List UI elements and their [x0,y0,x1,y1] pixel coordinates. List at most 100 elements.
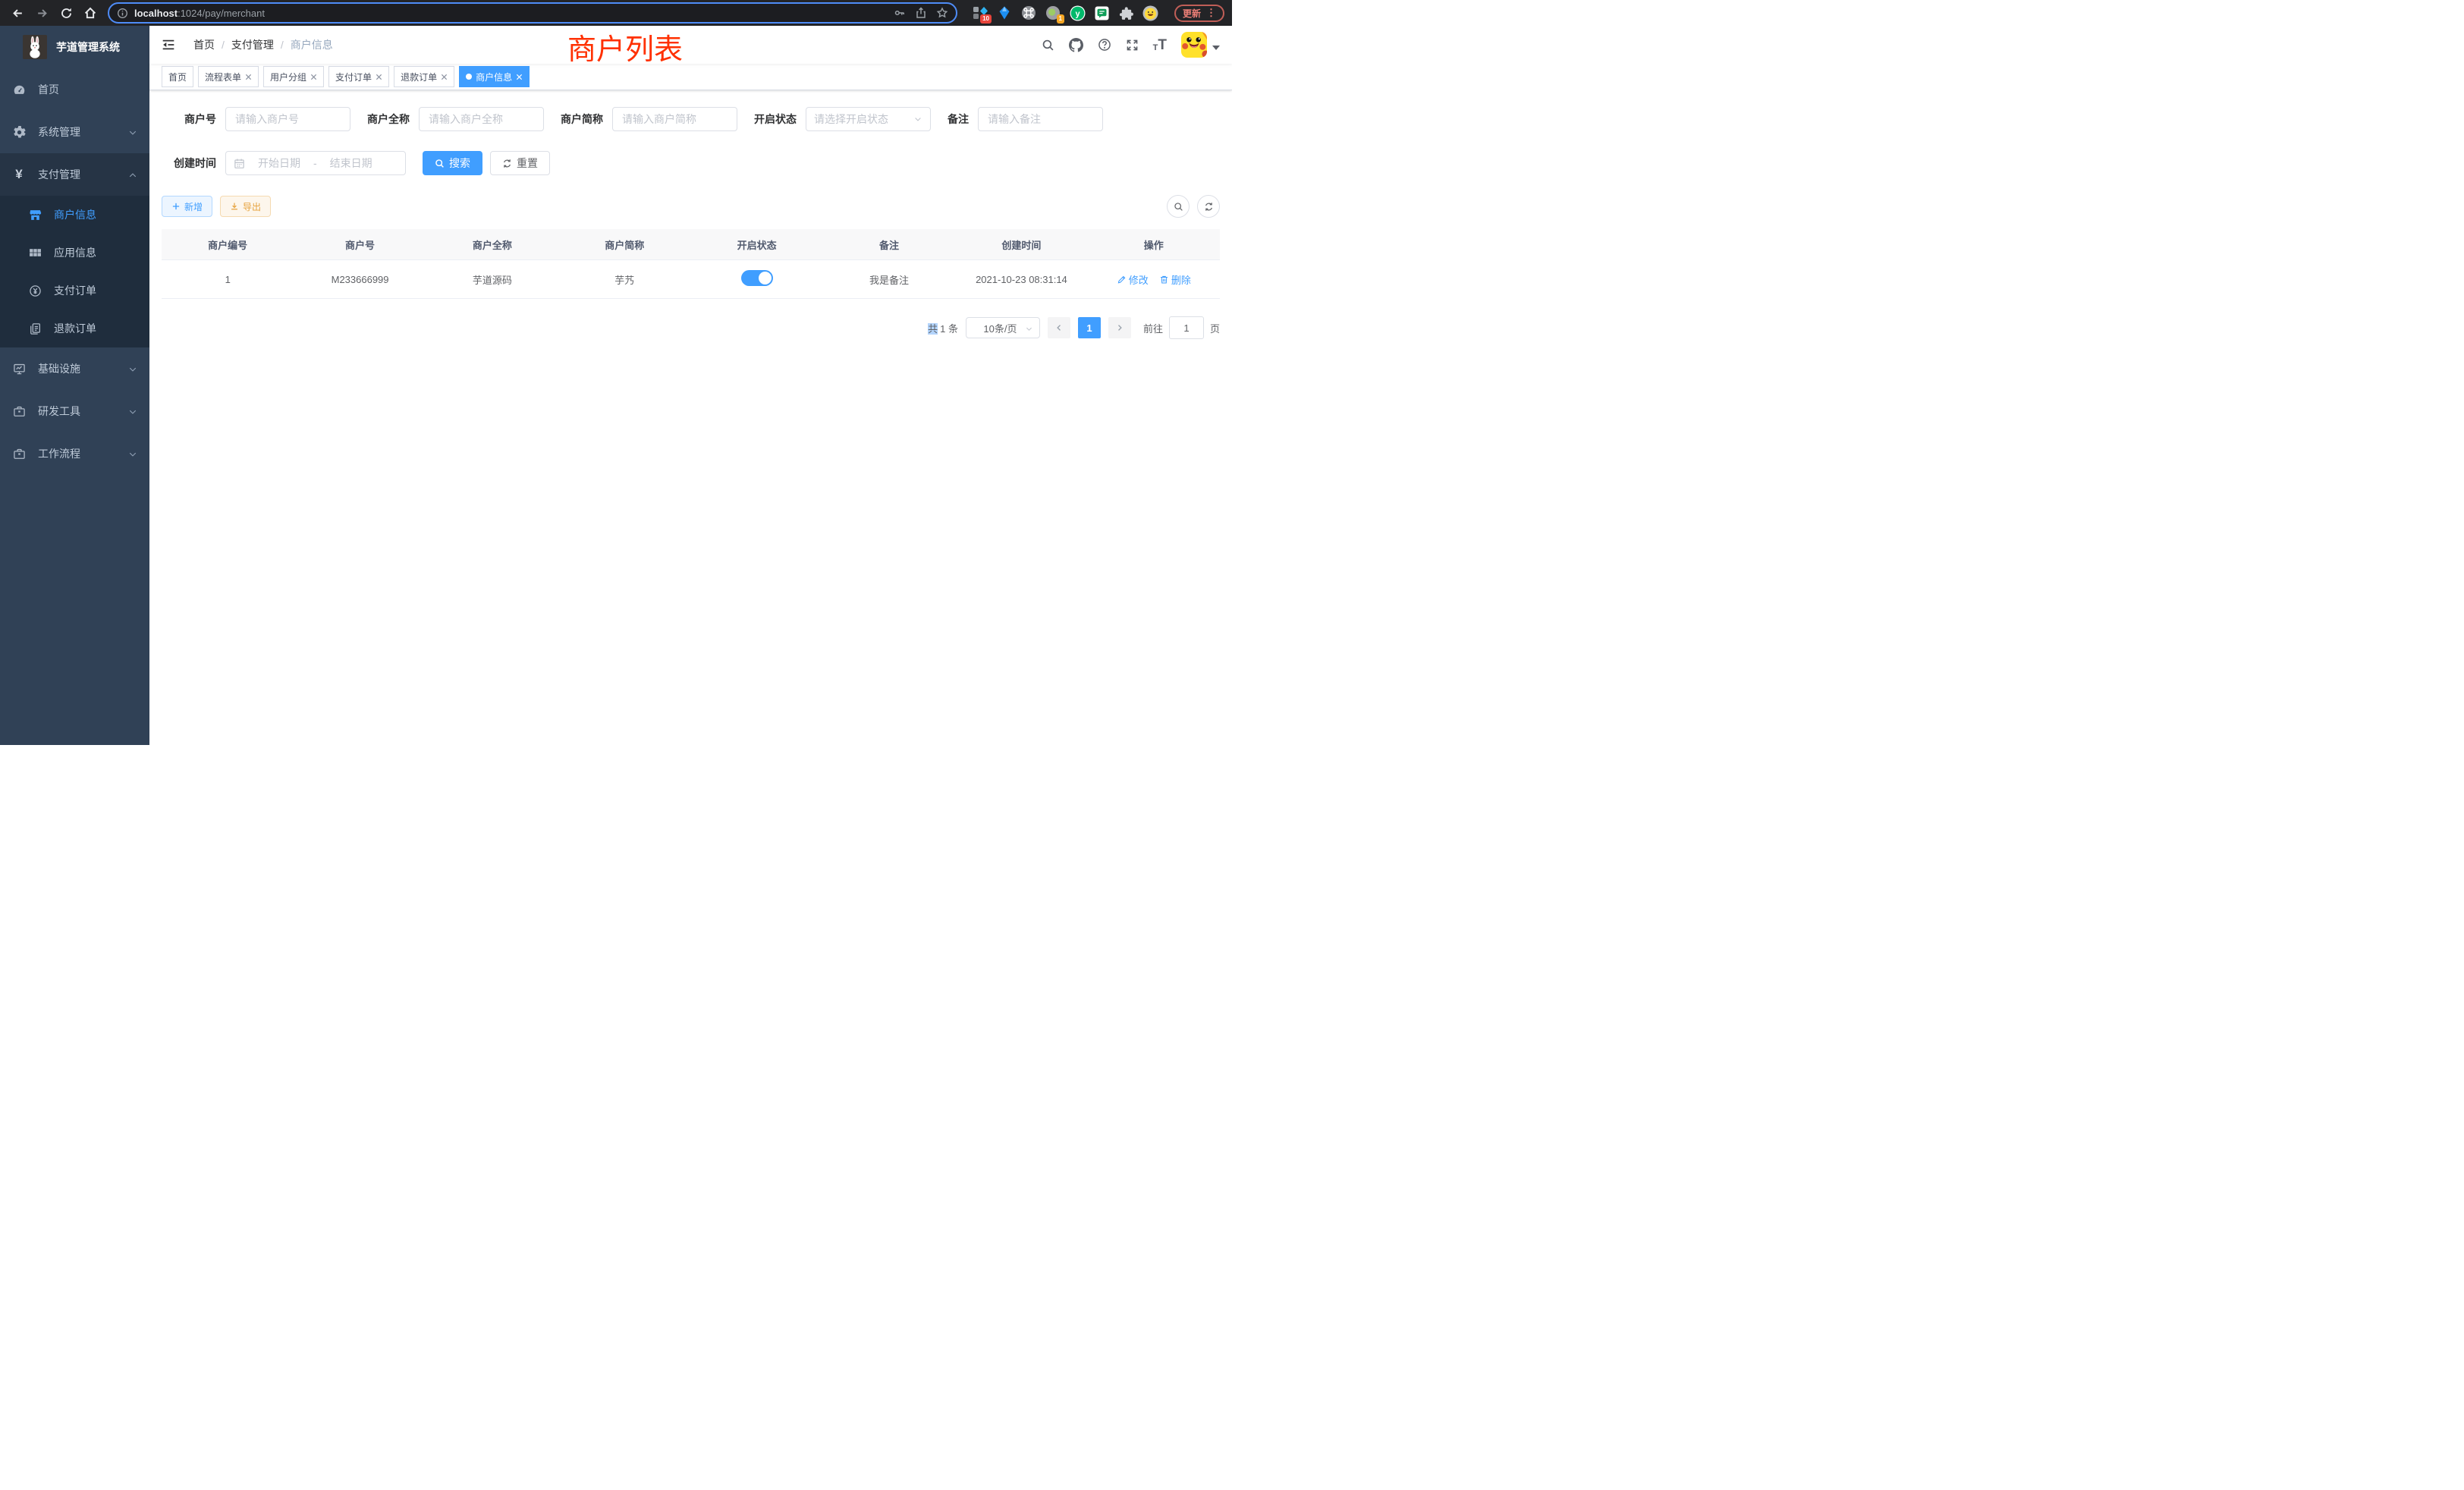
sidebar-item-label: 研发工具 [38,404,80,419]
browser-home-button[interactable] [80,3,100,23]
navbar-actions: TT [1042,32,1220,58]
shop-icon [28,209,42,222]
share-icon[interactable] [915,7,927,19]
tab-close-icon[interactable] [245,74,252,80]
show-search-toggle-button[interactable] [1167,195,1190,218]
pagination: 共1 条 10条/页 1 前往 页 [162,316,1220,339]
extension-yuque-icon[interactable]: y [1070,5,1086,21]
extension-gem-icon[interactable] [997,5,1013,21]
sidebar-item-pay[interactable]: ¥ 支付管理 [0,153,149,196]
user-menu[interactable] [1181,32,1220,58]
sidebar-item-infra[interactable]: 基础设施 [0,347,149,390]
sidebar-item-pay-order[interactable]: 支付订单 [0,272,149,310]
breadcrumb-item-home[interactable]: 首页 [193,37,215,52]
sidebar-item-home[interactable]: 首页 [0,68,149,111]
delete-row-button[interactable]: 删除 [1159,272,1191,287]
breadcrumb-item-pay[interactable]: 支付管理 [231,37,274,52]
sidebar-logo[interactable]: 芋道管理系统 [0,26,149,68]
sidebar-item-label: 首页 [38,82,59,97]
prev-page-button[interactable] [1048,317,1070,338]
tab-process-form[interactable]: 流程表单 [198,66,259,87]
short-name-input[interactable] [621,112,729,126]
back-arrow-icon [11,7,24,20]
tab-close-icon[interactable] [310,74,317,80]
site-info-icon[interactable] [117,8,128,19]
extension-tampermonkey-icon[interactable]: 10 [973,5,988,21]
search-button[interactable]: 搜索 [423,151,482,175]
toolbox-icon [12,405,26,418]
address-bar[interactable]: localhost:1024/pay/merchant [108,2,957,24]
browser-forward-button[interactable] [32,3,52,23]
sidebar-item-workflow[interactable]: 工作流程 [0,432,149,475]
sidebar-item-refund-order[interactable]: 退款订单 [0,310,149,347]
tab-close-icon[interactable] [441,74,448,80]
extension-chat-icon[interactable] [1094,5,1110,21]
tags-view: 首页 流程表单 用户分组 支付订单 退款订单 商户信息 [149,64,1232,90]
svg-text:y: y [1075,9,1080,18]
create-time-label: 创建时间 [172,156,216,171]
chevron-down-icon [128,448,137,460]
fullscreen-button[interactable] [1126,39,1139,52]
tab-close-icon[interactable] [516,74,523,80]
date-end-input[interactable] [323,156,379,170]
bookmark-star-icon[interactable] [936,7,948,19]
full-name-input[interactable] [427,112,536,126]
merchant-no-input[interactable] [234,112,342,126]
browser-update-button[interactable]: 更新 ⋮ [1174,5,1224,22]
tab-user-group[interactable]: 用户分组 [263,66,324,87]
fullscreen-icon [1126,39,1139,52]
sidebar-item-system[interactable]: 系统管理 [0,111,149,153]
remark-input[interactable] [986,112,1095,126]
date-start-input[interactable] [251,156,307,170]
sidebar-item-app-info[interactable]: 应用信息 [0,234,149,272]
tab-home[interactable]: 首页 [162,66,193,87]
font-size-button[interactable]: TT [1153,38,1167,52]
page-number-1[interactable]: 1 [1078,317,1101,338]
short-name-label: 商户简称 [561,112,603,127]
extensions-puzzle-icon[interactable] [1118,5,1134,21]
app-navbar: 首页 / 支付管理 / 商户信息 TT [149,26,1232,64]
sidebar-item-dev-tools[interactable]: 研发工具 [0,390,149,432]
page-content: 商户号 商户全称 商户简称 开启状态 请选择开启状态 [149,90,1232,745]
status-toggle[interactable] [741,270,773,286]
browser-profile-avatar[interactable] [1142,5,1158,21]
goto-page-input[interactable] [1169,316,1204,339]
tab-merchant-info[interactable]: 商户信息 [459,66,530,87]
browser-reload-button[interactable] [56,3,76,23]
status-label: 开启状态 [754,112,797,127]
browser-back-button[interactable] [8,3,27,23]
reset-button[interactable]: 重置 [490,151,550,175]
password-key-icon[interactable] [894,7,906,19]
export-button[interactable]: 导出 [220,196,271,217]
help-button[interactable] [1098,38,1111,52]
extension-green-dot-icon[interactable]: 1 [1045,5,1061,21]
edit-row-button[interactable]: 修改 [1117,272,1149,287]
sidebar-item-label: 支付管理 [38,167,80,182]
sidebar-item-label: 系统管理 [38,124,80,140]
tab-close-icon[interactable] [376,74,382,80]
sidebar-item-merchant-info[interactable]: 商户信息 [0,196,149,234]
extension-badge: 1 [1057,14,1064,24]
header-search-button[interactable] [1042,39,1054,52]
remark-label: 备注 [948,112,969,127]
status-select[interactable]: 请选择开启状态 [806,107,931,131]
browser-toolbar: localhost:1024/pay/merchant 10 1 [0,0,1232,26]
github-link-button[interactable] [1069,38,1083,52]
cell-merchant-no: M233666999 [294,274,426,285]
browser-menu-kebab-icon[interactable]: ⋮ [1206,7,1216,19]
chevron-left-icon [1054,323,1064,332]
breadcrumb: 首页 / 支付管理 / 商户信息 [193,37,333,52]
url-text[interactable]: localhost:1024/pay/merchant [134,8,265,19]
refresh-table-button[interactable] [1197,195,1220,218]
add-button[interactable]: 新增 [162,196,212,217]
next-page-button[interactable] [1108,317,1131,338]
extension-command-icon[interactable] [1021,5,1037,21]
sidebar-collapse-button[interactable] [162,38,175,52]
column-header: 操作 [1088,237,1220,252]
tab-refund-order[interactable]: 退款订单 [394,66,454,87]
date-range-picker[interactable]: - [225,151,406,175]
document-copy-icon [28,322,42,335]
page-size-select[interactable]: 10条/页 [966,317,1040,338]
tab-pay-order[interactable]: 支付订单 [328,66,389,87]
cell-full-name: 芋道源码 [426,272,558,287]
